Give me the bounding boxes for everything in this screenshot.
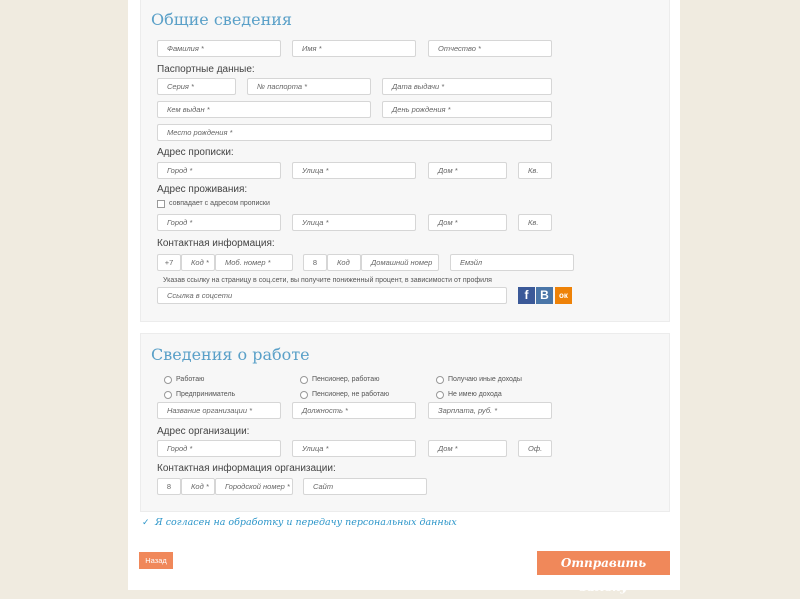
radio-entrepreneur-label: Предприниматель xyxy=(176,391,236,398)
reg-house-field[interactable]: Дом * xyxy=(428,162,507,179)
social-link-field[interactable]: Ссылка в соцсети xyxy=(157,287,507,304)
agree-label[interactable]: Я согласен на обработку и передачу персо… xyxy=(155,517,457,528)
vk-icon[interactable]: B xyxy=(536,287,553,304)
contact-info-label: Контактная информация: xyxy=(157,238,275,249)
home-number-field[interactable]: Домашний номер xyxy=(361,254,439,271)
issue-date-field[interactable]: Дата выдачи * xyxy=(382,78,552,95)
radio-employed[interactable] xyxy=(164,376,172,384)
radio-pensioner-working-label: Пенсионер, работаю xyxy=(312,376,380,383)
passport-series-field[interactable]: Серия * xyxy=(157,78,236,95)
residence-address-label: Адрес проживания: xyxy=(157,184,248,195)
org-site-field[interactable]: Сайт xyxy=(303,478,427,495)
org-house-field[interactable]: Дом * xyxy=(428,440,507,457)
org-city-field[interactable]: Город * xyxy=(157,440,281,457)
radio-entrepreneur[interactable] xyxy=(164,391,172,399)
org-name-field[interactable]: Название организации * xyxy=(157,402,281,419)
radio-no-income-label: Не имею дохода xyxy=(448,391,502,398)
odnoklassniki-icon[interactable]: ок xyxy=(555,287,572,304)
org-phone-field[interactable]: Городской номер * xyxy=(215,478,293,495)
registration-address-label: Адрес прописки: xyxy=(157,147,234,158)
reg-street-field[interactable]: Улица * xyxy=(292,162,416,179)
mobile-number-field[interactable]: Моб. номер * xyxy=(215,254,293,271)
work-info-title: Сведения о работе xyxy=(151,345,310,364)
position-field[interactable]: Должность * xyxy=(292,402,416,419)
passport-label: Паспортные данные: xyxy=(157,64,255,75)
live-apartment-field[interactable]: Кв. xyxy=(518,214,552,231)
email-field[interactable]: Емэйл xyxy=(450,254,574,271)
org-street-field[interactable]: Улица * xyxy=(292,440,416,457)
last-name-field[interactable]: Фамилия * xyxy=(157,40,281,57)
facebook-icon[interactable]: f xyxy=(518,287,535,304)
same-address-label: совпадает с адресом прописки xyxy=(169,200,270,207)
general-info-title: Общие сведения xyxy=(151,10,293,29)
org-contact-label: Контактная информация организации: xyxy=(157,463,336,474)
issued-by-field[interactable]: Кем выдан * xyxy=(157,101,371,118)
submit-button[interactable]: Отправить заявку xyxy=(537,551,670,594)
live-street-field[interactable]: Улица * xyxy=(292,214,416,231)
reg-apartment-field[interactable]: Кв. xyxy=(518,162,552,179)
radio-other-income-label: Получаю иные доходы xyxy=(448,376,522,383)
org-phone-prefix: 8 xyxy=(157,478,181,495)
patronymic-field[interactable]: Отчество * xyxy=(428,40,552,57)
back-button[interactable]: Назад xyxy=(139,552,173,569)
org-code-field[interactable]: Код * xyxy=(181,478,215,495)
radio-pensioner-working[interactable] xyxy=(300,376,308,384)
home-prefix: 8 xyxy=(303,254,327,271)
radio-employed-label: Работаю xyxy=(176,376,205,383)
radio-pensioner-not-working[interactable] xyxy=(300,391,308,399)
radio-no-income[interactable] xyxy=(436,391,444,399)
same-address-checkbox[interactable] xyxy=(157,200,165,208)
passport-number-field[interactable]: № паспорта * xyxy=(247,78,371,95)
reg-city-field[interactable]: Город * xyxy=(157,162,281,179)
mobile-prefix: +7 xyxy=(157,254,181,271)
live-house-field[interactable]: Дом * xyxy=(428,214,507,231)
mobile-code-field[interactable]: Код * xyxy=(181,254,215,271)
birth-place-field[interactable]: Место рождения * xyxy=(157,124,552,141)
radio-pensioner-not-working-label: Пенсионер, не работаю xyxy=(312,391,390,398)
birth-date-field[interactable]: День рождения * xyxy=(382,101,552,118)
live-city-field[interactable]: Город * xyxy=(157,214,281,231)
home-code-field[interactable]: Код xyxy=(327,254,361,271)
org-office-field[interactable]: Оф. xyxy=(518,440,552,457)
org-address-label: Адрес организации: xyxy=(157,426,250,437)
first-name-field[interactable]: Имя * xyxy=(292,40,416,57)
agree-checkmark-icon[interactable]: ✓ xyxy=(142,517,150,528)
radio-other-income[interactable] xyxy=(436,376,444,384)
social-hint: Указав ссылку на страницу в соц.сети, вы… xyxy=(163,277,492,284)
salary-field[interactable]: Зарплата, руб. * xyxy=(428,402,552,419)
